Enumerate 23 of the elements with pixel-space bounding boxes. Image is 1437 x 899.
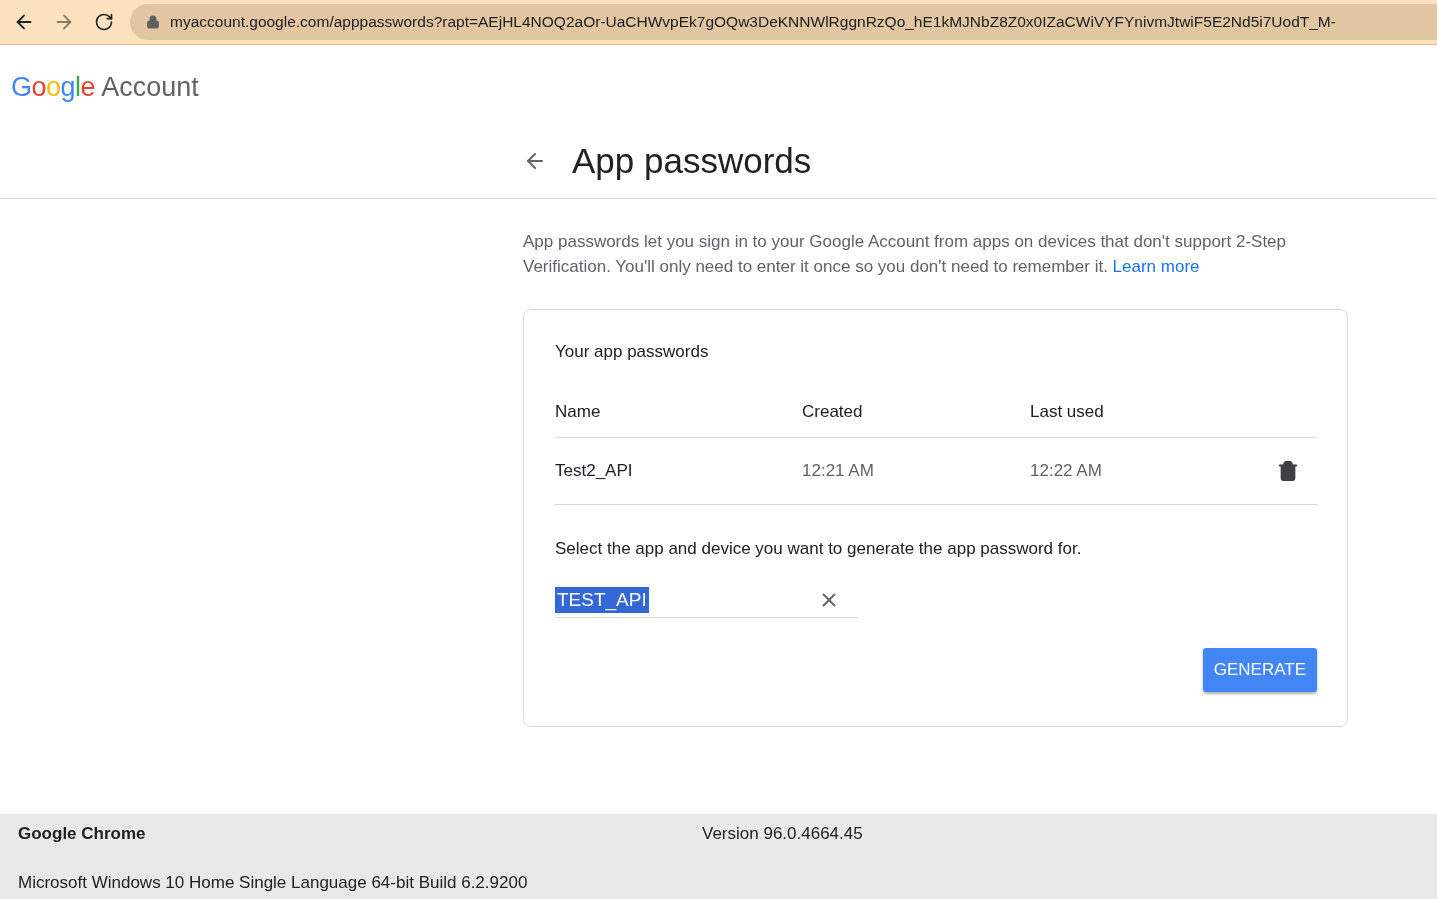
intro-text: App passwords let you sign in to your Google Account from apps on devices that don't support 2-Step Verification. You'll only need to enter it once so you don't need to remember it. Learn more	[523, 231, 1288, 278]
learn-more-link[interactable]: Learn more	[1112, 257, 1200, 276]
card-heading: Your app passwords	[555, 342, 710, 362]
trash-icon[interactable]	[1277, 460, 1299, 482]
table-cell: 12:21 AM	[802, 438, 1030, 505]
browser-name: Google Chrome	[18, 824, 147, 845]
product-name: Account	[101, 71, 199, 103]
address-bar[interactable]: myaccount.google.com/apppasswords?rapt=AEjHL4NOQ2aOr-UaCHWvpEk7gOQw3DeKNNWlRggnRzQo_hE1kMJNbZ8Z0x0IZaCWiVYFYnivmJtwiF5E2Nd5i7UodT_M-	[130, 4, 1437, 40]
url-text: myaccount.google.com/apppasswords?rapt=AEjHL4NOQ2aOr-UaCHWvpEk7gOQw3DeKNNWlRggnRzQo_hE1kMJNbZ8Z0x0IZaCWiVYFYnivmJtwiF5E2Nd5i7UodT_M-	[170, 13, 1336, 31]
prompt-text: Select the app and device you want to generate the app password for.	[555, 539, 1083, 559]
version-text: Version 96.0.4664.45	[702, 824, 864, 845]
input-field[interactable]: TEST_API	[555, 583, 858, 618]
column-header: Created	[802, 402, 1030, 438]
page-title: App passwords	[572, 141, 812, 181]
reload-icon[interactable]	[94, 12, 114, 32]
logo: Google	[11, 71, 96, 103]
generate-button[interactable]: GENERATE	[1202, 648, 1317, 692]
table-cell: 12:22 AM	[1030, 438, 1277, 505]
column-header: Last used	[1030, 402, 1277, 438]
lock-icon	[146, 15, 160, 29]
column-header: Name	[555, 402, 802, 438]
table-cell: Test2_API	[555, 438, 802, 505]
os-text: Microsoft Windows 10 Home Single Language 64-bit Build 6.2.9200	[18, 872, 529, 894]
